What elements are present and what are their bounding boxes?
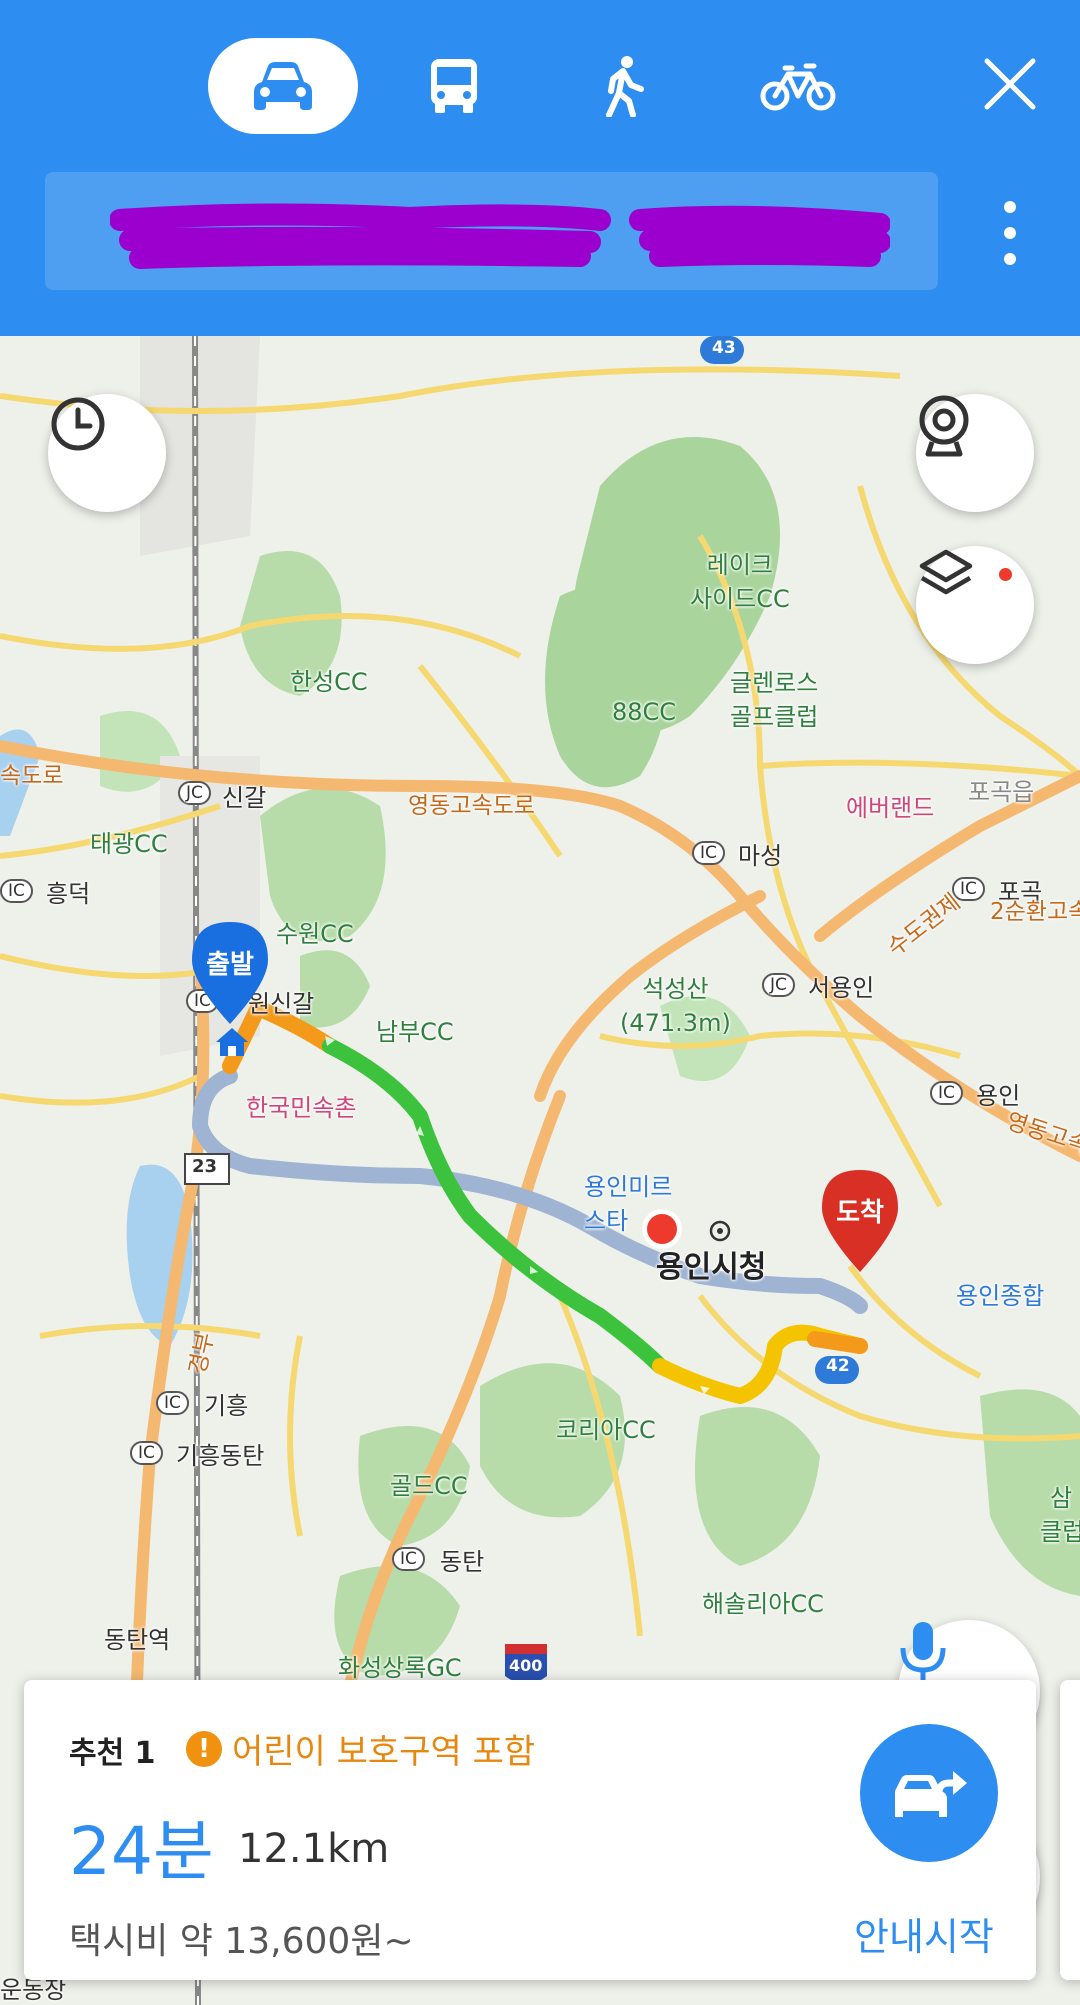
road-number-label: 42: [826, 1356, 850, 1376]
microphone-icon: [900, 1622, 946, 1682]
ic-marker: IC: [0, 874, 33, 903]
jc-marker: JC: [178, 776, 211, 805]
map-label-yongin-terminal: 용인종합: [956, 1282, 1045, 1310]
history-button[interactable]: [48, 394, 166, 512]
walk-mode-tab[interactable]: [574, 38, 674, 134]
map-label-folk-village: 한국민속촌: [246, 1094, 357, 1122]
cctv-button[interactable]: [916, 394, 1034, 512]
bike-mode-tab[interactable]: [748, 38, 848, 134]
more-options-button[interactable]: [985, 195, 1035, 271]
map-label-heungdeok: 흥덕: [46, 880, 91, 908]
cctv-icon: [919, 395, 969, 457]
bike-icon: [760, 63, 836, 111]
road-number-label: 23: [192, 1156, 218, 1177]
route-distance: 12.1km: [238, 1826, 390, 1872]
ic-marker: IC: [392, 1542, 425, 1571]
map-label-singal: 신갈: [222, 784, 267, 812]
bus-icon: [431, 59, 477, 113]
map-label-expwy-left: 속도로: [0, 763, 64, 789]
map-label-gold-cc: 골드CC: [390, 1472, 468, 1500]
map-label-seoksungsan: 석성산 (471.3m): [620, 975, 731, 1037]
map-label-korea-cc: 코리아CC: [556, 1416, 656, 1444]
close-icon: [984, 58, 1036, 110]
map-label-nambu-cc: 남부CC: [376, 1018, 454, 1046]
map-label-youngdong-expwy: 영동고속도로: [408, 793, 535, 819]
map-label-giheung: 기흥: [204, 1392, 249, 1420]
map-label-giheung-dongtan: 기흥동탄: [176, 1442, 265, 1470]
map-label-suwon-cc: 수원CC: [276, 920, 354, 948]
map-label-taegwang: 태광CC: [90, 830, 168, 858]
map-label-expwy-right: 2순환고속도: [990, 899, 1080, 925]
map-label-mireu-star: 용인미르 스타: [584, 1173, 673, 1235]
ic-marker: IC: [692, 836, 725, 865]
ic-marker: IC: [130, 1436, 163, 1465]
map-label-city-hall: 용인시청: [656, 1250, 767, 1285]
map-label-pogok-eup: 포곡읍: [968, 778, 1035, 806]
route-header: [0, 0, 1080, 336]
map-label-seoyongin: 서용인: [808, 974, 875, 1002]
route-rank: 추천 1: [69, 1736, 156, 1771]
ic-marker: IC: [156, 1386, 189, 1415]
car-icon: [254, 62, 312, 110]
start-marker[interactable]: 출발: [188, 920, 272, 1032]
ic-marker: IC: [930, 1076, 963, 1105]
ic-marker: IC: [952, 872, 985, 901]
end-marker[interactable]: 도착: [818, 1168, 902, 1280]
more-vertical-icon: [1004, 201, 1016, 213]
bus-mode-tab[interactable]: [404, 38, 504, 134]
map-label-glenrose: 글렌로스 골프클럽: [730, 669, 819, 731]
walk-icon: [606, 56, 644, 117]
route-duration: 24분: [69, 1813, 214, 1890]
start-label: 출발: [206, 950, 254, 980]
map-label-dongtan: 동탄: [440, 1548, 485, 1576]
map-label-masung: 마성: [738, 842, 783, 870]
next-route-card-peek[interactable]: [1060, 1680, 1080, 1980]
end-label: 도착: [836, 1198, 884, 1228]
clock-icon: [51, 397, 105, 451]
turn-right-car-icon: [895, 1771, 967, 1817]
map-label-dongtan-station: 동탄역: [104, 1626, 171, 1654]
start-navigation-button[interactable]: [860, 1724, 998, 1862]
notification-dot: [999, 568, 1012, 581]
map-label-edge: 클럽: [1040, 1518, 1080, 1546]
jc-marker: JC: [762, 968, 795, 997]
map-label-lakeside: 레이크 사이드CC: [690, 551, 790, 613]
home-icon: [216, 1028, 248, 1056]
road-number-label: 400: [509, 1656, 543, 1675]
taxi-fare: 택시비 약 13,600원~: [69, 1921, 414, 1962]
route-summary-card[interactable]: 추천 1 ! 어린이 보호구역 포함 24분 12.1km 택시비 약 13,6…: [24, 1680, 1036, 1980]
warning-text: 어린이 보호구역 포함: [232, 1732, 536, 1772]
car-mode-tab[interactable]: [208, 38, 358, 134]
map-label-hansung: 한성CC: [290, 668, 368, 696]
map-label-haesolri: 해솔리아CC: [702, 1590, 824, 1618]
layers-button[interactable]: [916, 546, 1034, 664]
redaction-scribble: [110, 203, 890, 269]
school-zone-warning: ! 어린이 보호구역 포함: [186, 1724, 535, 1773]
map-label-88cc: 88CC: [612, 698, 677, 726]
close-button[interactable]: [970, 44, 1050, 124]
map-label-everland: 에버랜드: [846, 794, 935, 822]
map-label-edge: 삼: [1050, 1484, 1073, 1512]
warning-icon: !: [186, 1730, 222, 1767]
layers-icon: [919, 549, 973, 595]
map-label-hwaseong-gc: 화성상록GC: [338, 1654, 462, 1682]
start-navigation-label[interactable]: 안내시작: [854, 1906, 994, 1961]
road-number-label: 43: [712, 338, 736, 358]
